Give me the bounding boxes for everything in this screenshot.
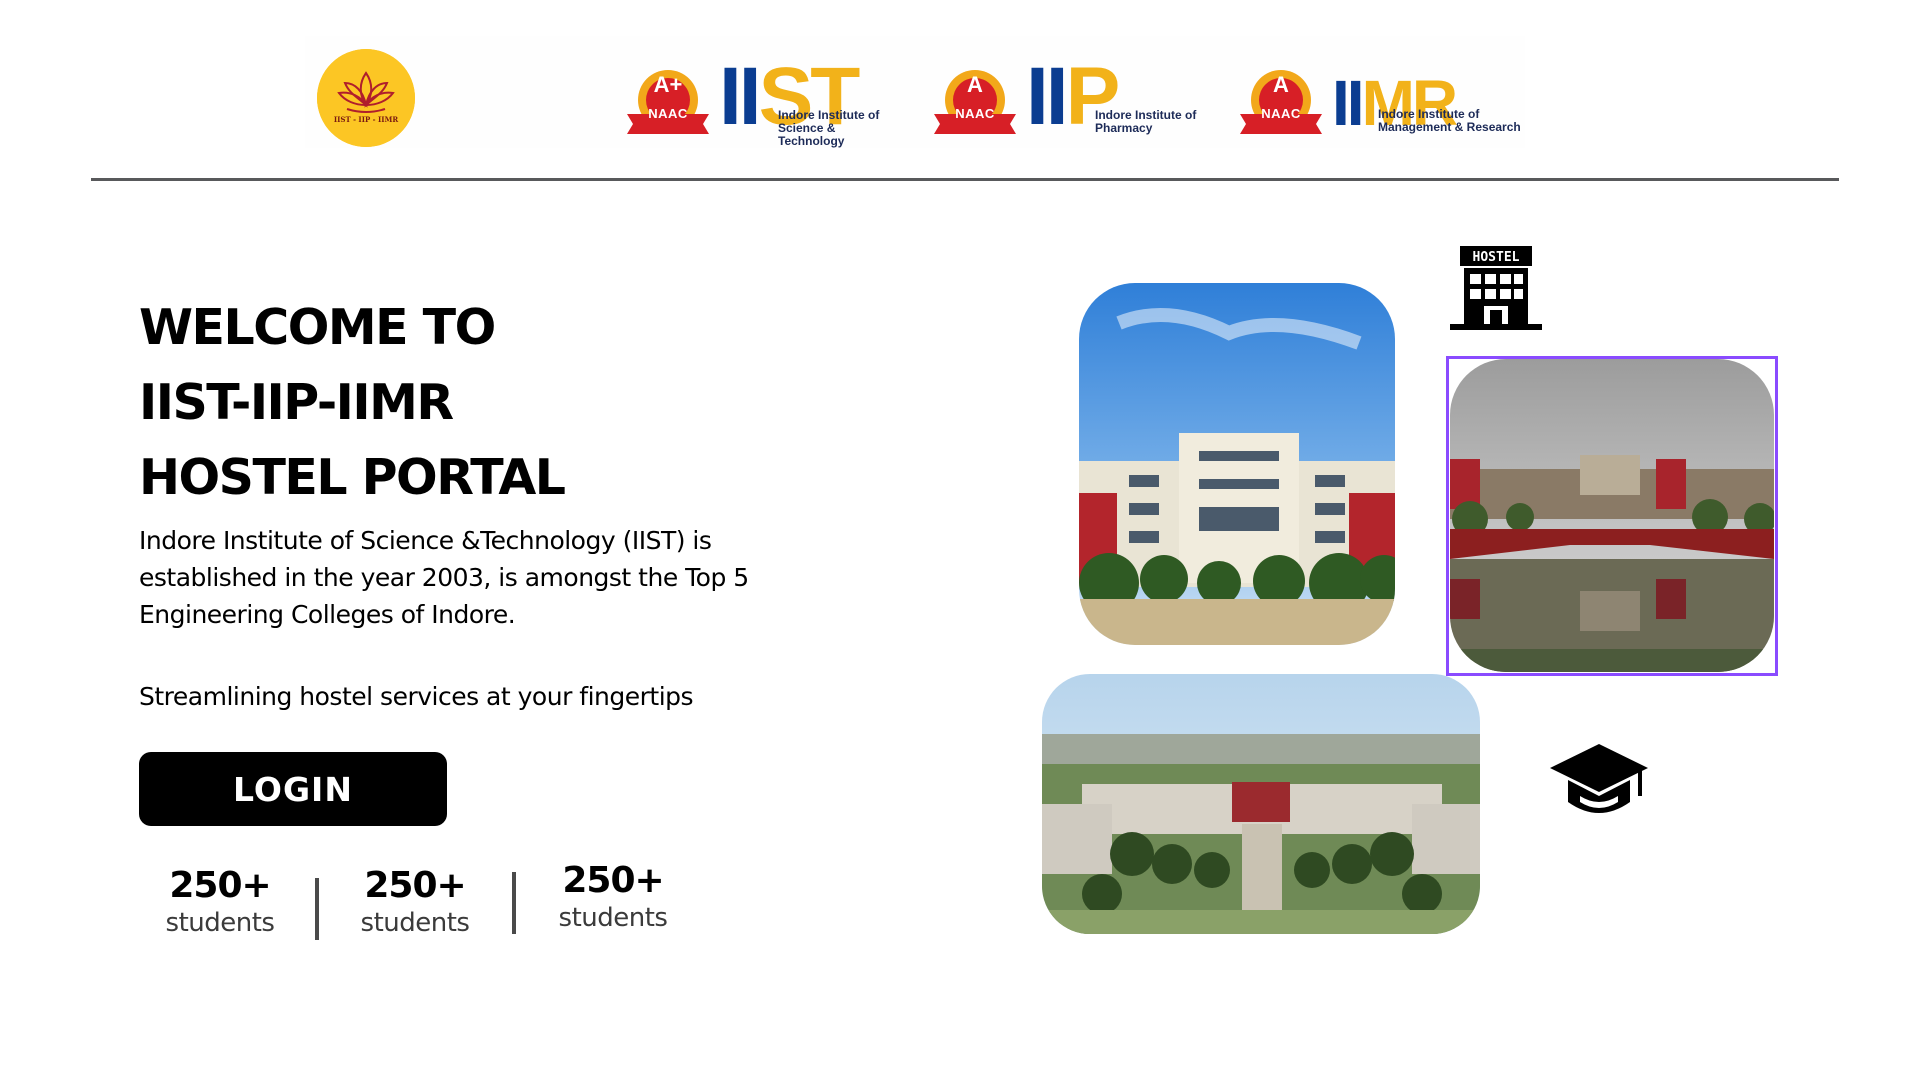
stat-label: students	[165, 908, 275, 938]
stat-value: 250+	[562, 860, 664, 901]
header-divider	[91, 178, 1839, 181]
iist-full-name: Indore Institute of Science & Technology	[778, 108, 880, 148]
iip-logo: A NAAC IIP Indore Institute of Pharmacy	[930, 52, 1210, 142]
naac-grade: A	[1273, 72, 1289, 97]
graduation-cap-icon	[1550, 744, 1648, 813]
seal-caption: IIST - IIP - IIMR	[333, 115, 399, 124]
title-line-2: IIST-IIP-IIMR	[139, 374, 454, 431]
campus-photo-aerial	[1042, 674, 1480, 934]
stat-divider	[512, 872, 516, 934]
stat-item: 250+ students	[538, 859, 688, 933]
hostel-portal-page: IIST - IIP - IIMR A+ NAAC IIST Indore In…	[0, 0, 1920, 1080]
stat-divider	[315, 878, 319, 940]
campus-photo-reflection	[1450, 359, 1774, 672]
iip-full-name: Indore Institute of Pharmacy	[1095, 108, 1197, 135]
stat-value: 250+	[364, 865, 466, 906]
iist-logo: A+ NAAC IIST Indore Institute of Science…	[623, 52, 903, 148]
login-button[interactable]: LOGIN	[139, 752, 447, 826]
hostel-building-icon: HOSTEL	[1450, 246, 1542, 330]
iimr-logo: A NAAC IIMR Indore Institute of Manageme…	[1236, 52, 1526, 142]
title-line-1: WELCOME TO	[139, 299, 496, 356]
tagline: Streamlining hostel services at your fin…	[139, 682, 694, 711]
naac-grade: A+	[653, 72, 683, 97]
stat-item: 250+ students	[340, 864, 490, 938]
group-seal-logo: IIST - IIP - IIMR	[317, 49, 415, 147]
naac-grade: A	[967, 72, 983, 97]
iimr-letters: IIMR	[1332, 67, 1458, 139]
naac-label: NAAC	[648, 106, 688, 121]
page-title: WELCOME TO IIST-IIP-IIMR HOSTEL PORTAL	[139, 290, 566, 515]
stat-label: students	[558, 903, 668, 933]
stat-label: students	[360, 908, 470, 938]
stat-item: 250+ students	[145, 864, 295, 938]
iimr-full-name: Indore Institute of Management & Researc…	[1378, 107, 1521, 134]
campus-photo-front	[1079, 283, 1395, 645]
institute-description: Indore Institute of Science &Technology …	[139, 526, 749, 629]
naac-label: NAAC	[955, 106, 995, 121]
title-line-3: HOSTEL PORTAL	[139, 449, 566, 506]
hostel-sign-text: HOSTEL	[1473, 250, 1520, 265]
stat-value: 250+	[169, 865, 271, 906]
naac-label: NAAC	[1261, 106, 1301, 121]
